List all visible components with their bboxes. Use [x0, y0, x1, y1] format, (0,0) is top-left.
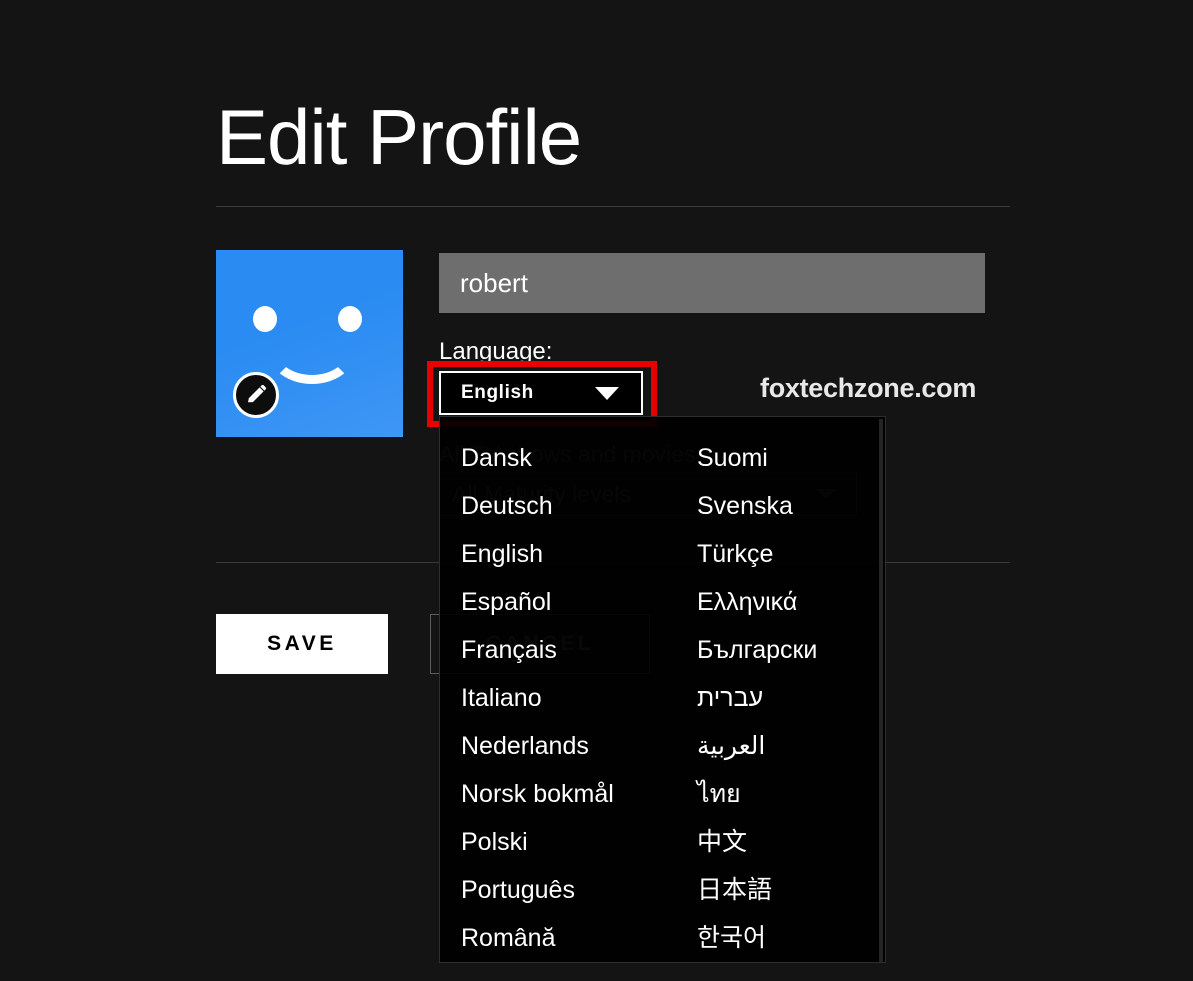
divider-top	[216, 206, 1010, 207]
language-option[interactable]: Ελληνικά	[697, 578, 877, 626]
language-option[interactable]: Svenska	[697, 482, 877, 530]
language-option[interactable]: Български	[697, 626, 877, 674]
language-dropdown-menu[interactable]: DanskDeutschEnglishEspañolFrançaisItalia…	[439, 416, 886, 963]
dropdown-scrollbar[interactable]	[879, 419, 883, 962]
language-select-value: English	[461, 382, 534, 404]
dropdown-scrollbar-thumb[interactable]	[879, 419, 883, 962]
language-option[interactable]: 中文	[697, 818, 877, 866]
save-button[interactable]: SAVE	[216, 614, 388, 674]
language-option[interactable]: 한국어	[697, 914, 877, 962]
language-option[interactable]: English	[461, 530, 686, 578]
language-option[interactable]: Suomi	[697, 434, 877, 482]
language-option[interactable]: ไทย	[697, 770, 877, 818]
avatar-eye-left-icon	[253, 306, 277, 332]
language-option[interactable]: Türkçe	[697, 530, 877, 578]
language-label: Language:	[439, 338, 552, 366]
pencil-icon	[244, 383, 268, 407]
profile-name-input[interactable]	[439, 253, 985, 313]
language-option[interactable]: Norsk bokmål	[461, 770, 686, 818]
language-column-right: SuomiSvenskaTürkçeΕλληνικάБългарскиעברית…	[697, 417, 877, 962]
language-option[interactable]: Dansk	[461, 434, 686, 482]
watermark: foxtechzone.com	[760, 373, 976, 404]
language-option[interactable]: Română	[461, 914, 686, 962]
language-option[interactable]: Português	[461, 866, 686, 914]
language-option[interactable]: Polski	[461, 818, 686, 866]
avatar-edit-button[interactable]	[233, 372, 279, 418]
profile-avatar[interactable]	[216, 250, 403, 437]
language-column-left: DanskDeutschEnglishEspañolFrançaisItalia…	[461, 417, 686, 962]
avatar-eye-right-icon	[338, 306, 362, 332]
chevron-down-icon	[595, 387, 619, 400]
language-option[interactable]: Français	[461, 626, 686, 674]
language-option[interactable]: Nederlands	[461, 722, 686, 770]
language-option[interactable]: 日本語	[697, 866, 877, 914]
avatar-smile-icon	[269, 340, 355, 384]
language-option[interactable]: Deutsch	[461, 482, 686, 530]
page-title: Edit Profile	[216, 98, 581, 176]
language-option[interactable]: Español	[461, 578, 686, 626]
language-option[interactable]: עברית	[697, 674, 877, 722]
language-option[interactable]: Italiano	[461, 674, 686, 722]
edit-profile-page: Edit Profile Language: All TV shows and …	[0, 0, 1193, 981]
language-select[interactable]: English	[439, 371, 643, 415]
language-option[interactable]: العربية	[697, 722, 877, 770]
